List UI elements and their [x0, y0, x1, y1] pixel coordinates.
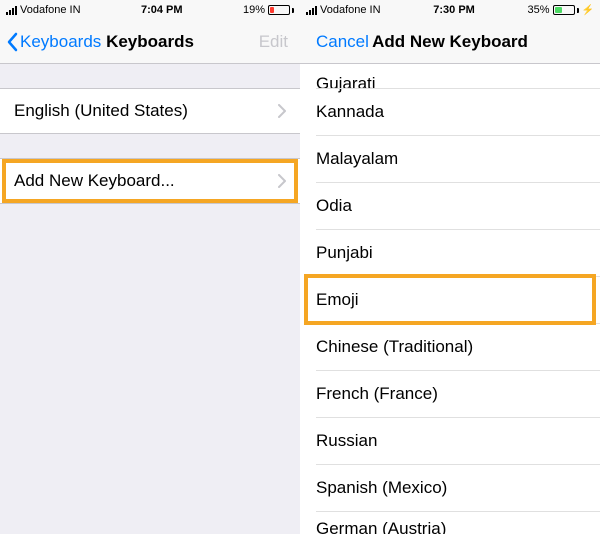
signal-icon [306, 6, 317, 15]
cancel-button[interactable]: Cancel [306, 32, 369, 52]
edit-button: Edit [259, 32, 288, 52]
row-label: English (United States) [14, 101, 188, 121]
status-bar: Vodafone IN 7:04 PM 19% [0, 0, 300, 20]
list-item[interactable]: Malayalam [300, 135, 600, 182]
screen-add-keyboard: Vodafone IN 7:30 PM 35% ⚡ Cancel Add New… [300, 0, 600, 534]
nav-bar: Cancel Add New Keyboard [300, 20, 600, 64]
list-item[interactable]: Odia [300, 182, 600, 229]
status-bar: Vodafone IN 7:30 PM 35% ⚡ [300, 0, 600, 20]
status-time: 7:30 PM [433, 4, 475, 16]
list-item[interactable]: Spanish (Mexico) [300, 464, 600, 511]
row-label: Add New Keyboard... [14, 171, 175, 191]
language-list[interactable]: Gujarati Kannada Malayalam Odia Punjabi … [300, 64, 600, 534]
charging-icon: ⚡ [582, 5, 594, 16]
list-item[interactable]: Kannada [300, 88, 600, 135]
carrier-label: Vodafone IN [20, 4, 81, 16]
list-item[interactable]: German (Austria) [300, 511, 600, 534]
list-item[interactable]: French (France) [300, 370, 600, 417]
back-label: Keyboards [20, 32, 101, 52]
list-item[interactable]: Gujarati [300, 64, 600, 88]
chevron-right-icon [278, 174, 286, 188]
status-time: 7:04 PM [141, 4, 183, 16]
list-item[interactable]: Punjabi [300, 229, 600, 276]
keyboard-row-english[interactable]: English (United States) [0, 89, 300, 133]
battery-percent: 19% [243, 4, 265, 16]
list-item[interactable]: Russian [300, 417, 600, 464]
add-new-keyboard-row[interactable]: Add New Keyboard... [0, 159, 300, 203]
carrier-label: Vodafone IN [320, 4, 381, 16]
battery-icon [553, 5, 579, 15]
list-item-emoji[interactable]: Emoji [300, 276, 600, 323]
chevron-right-icon [278, 104, 286, 118]
list-item[interactable]: Chinese (Traditional) [300, 323, 600, 370]
chevron-left-icon [6, 32, 18, 52]
battery-percent: 35% [528, 4, 550, 16]
battery-icon [268, 5, 294, 15]
signal-icon [6, 6, 17, 15]
back-button[interactable]: Keyboards [6, 32, 101, 52]
nav-bar: Keyboards Keyboards Edit [0, 20, 300, 64]
screen-keyboards: Vodafone IN 7:04 PM 19% Keyboards Keyboa… [0, 0, 300, 534]
keyboards-list: English (United States) Add New Keyboard… [0, 64, 300, 204]
